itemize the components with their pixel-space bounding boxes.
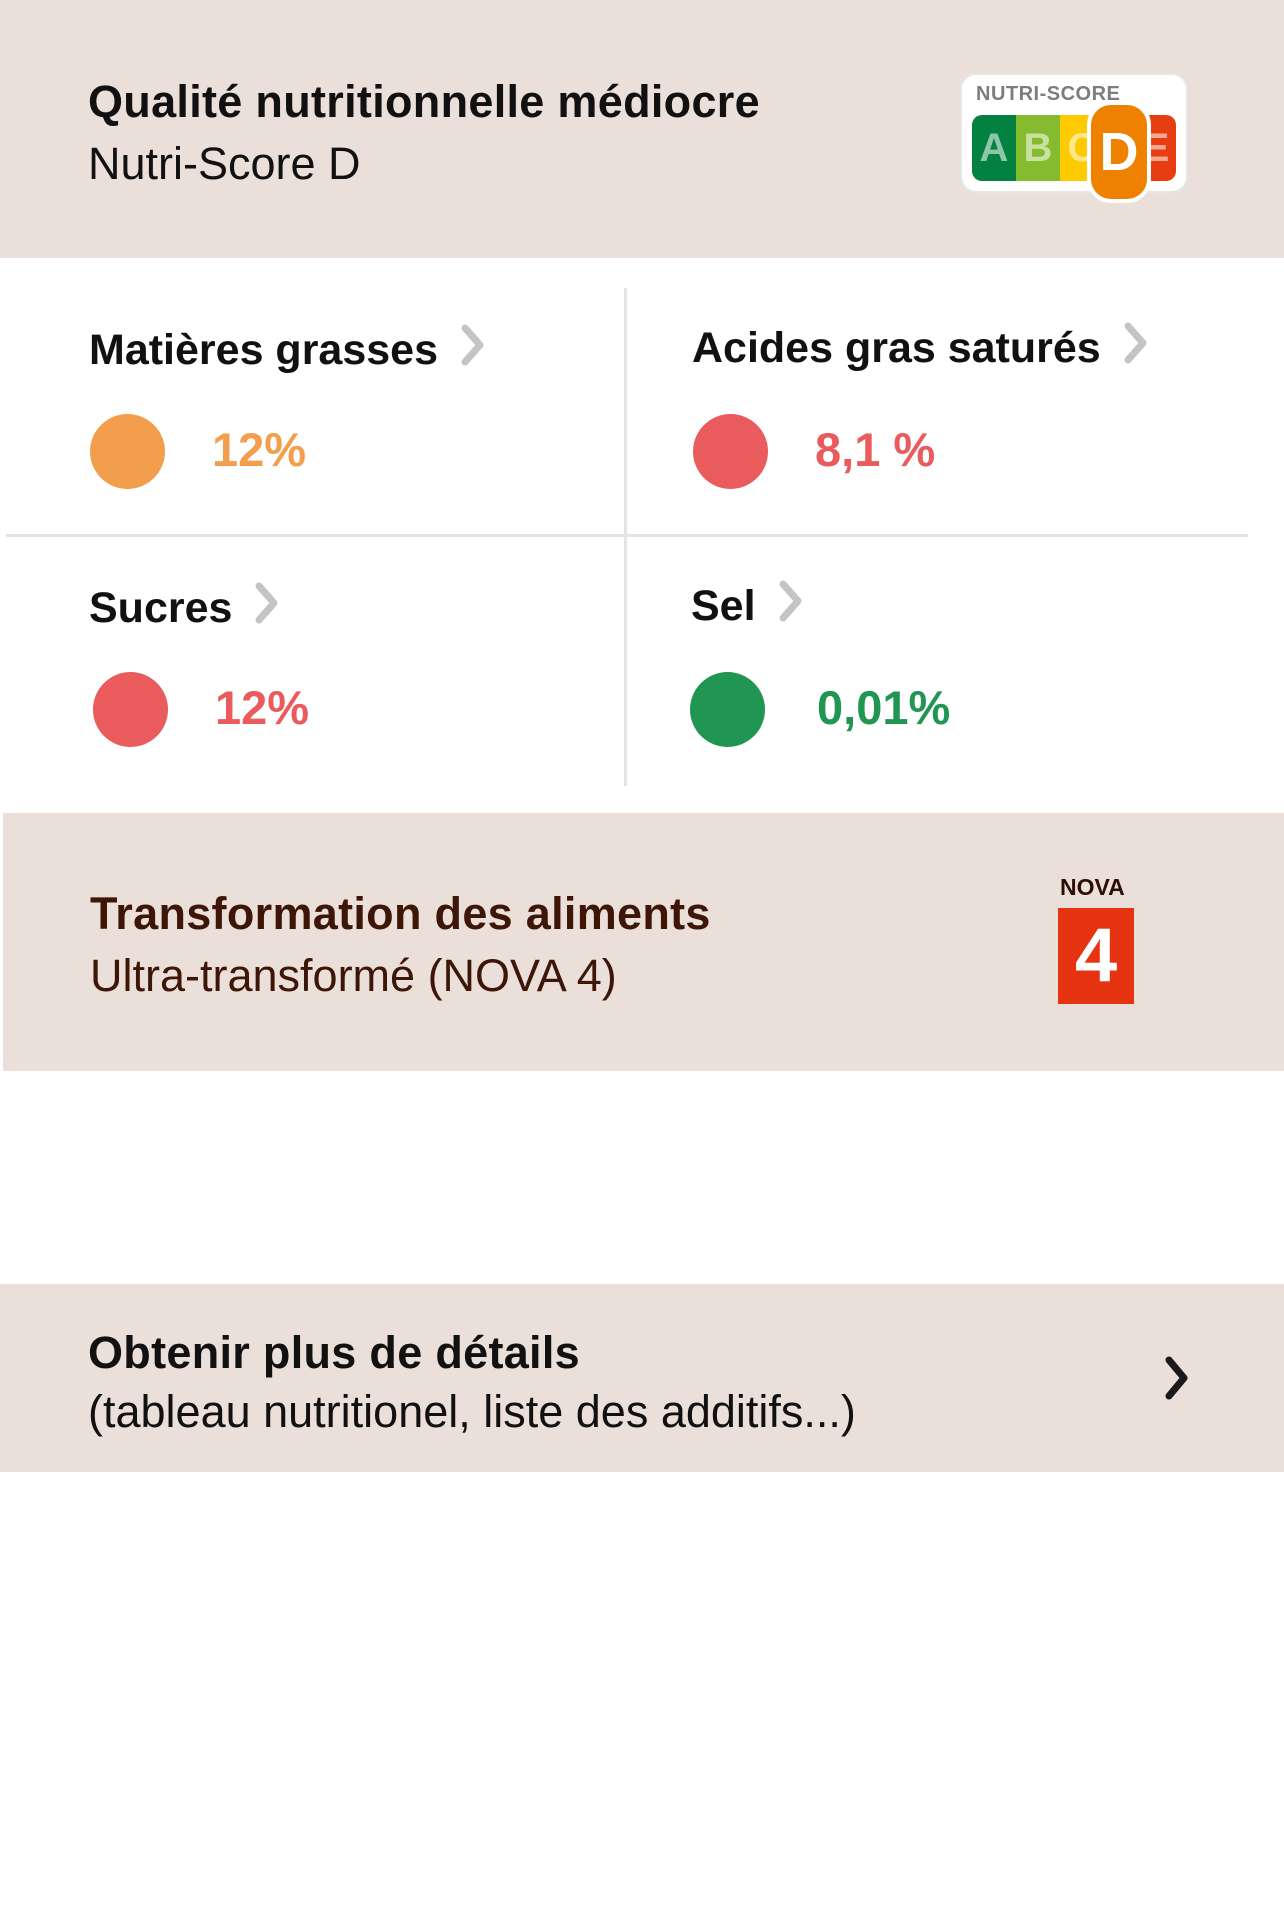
grid-divider-horizontal [6, 534, 1248, 537]
level-dot [693, 414, 768, 489]
nutrient-label: Sel [691, 581, 756, 630]
nova-group-badge: 4 [1058, 908, 1134, 1004]
nutrient-value: 8,1 % [815, 423, 936, 476]
grid-divider-vertical [624, 288, 627, 786]
nova-logo-caption: NOVA [1060, 874, 1125, 900]
nova-subtitle: Ultra-transformé (NOVA 4) [90, 950, 617, 1001]
nutriscore-logo: NUTRI-SCORE A B C E D [962, 75, 1186, 203]
nutrient-value: 12% [215, 681, 310, 734]
nutrient-label-row[interactable]: Sucres [89, 580, 280, 636]
level-dot [93, 672, 168, 747]
nutriscore-title: Qualité nutritionnelle médiocre [88, 76, 760, 127]
nutrient-label: Matières grasses [89, 325, 438, 374]
level-dot [690, 672, 765, 747]
nutrient-label-row[interactable]: Matières grasses [89, 322, 486, 378]
nutrient-label-row[interactable]: Sel [691, 578, 804, 634]
nutriscore-grade-highlight: D [1087, 101, 1151, 203]
nutrient-label: Acides gras saturés [692, 323, 1101, 372]
nutrient-value: 0,01% [817, 681, 951, 734]
chevron-right-icon [778, 580, 804, 633]
nutriscore-letter-b: B [1016, 115, 1060, 181]
chevron-right-icon [460, 324, 486, 377]
nutrient-value: 12% [212, 423, 307, 476]
nutriscore-section[interactable]: Qualité nutritionnelle médiocre Nutri-Sc… [0, 0, 1284, 258]
nutriscore-letter-a: A [972, 115, 1016, 181]
chevron-right-icon [1123, 322, 1149, 375]
nutrient-label: Sucres [89, 583, 233, 632]
nova-title: Transformation des aliments [90, 888, 711, 939]
nutriscore-logo-caption: NUTRI-SCORE [976, 83, 1121, 105]
chevron-right-icon[interactable] [1163, 1354, 1191, 1407]
level-dot [90, 414, 165, 489]
details-title: Obtenir plus de détails [88, 1327, 580, 1378]
chevron-right-icon [254, 582, 280, 635]
details-subtitle: (tableau nutritionel, liste des additifs… [88, 1386, 856, 1437]
nutriscore-subtitle: Nutri-Score D [88, 138, 361, 189]
nutrient-label-row[interactable]: Acides gras saturés [692, 320, 1149, 376]
